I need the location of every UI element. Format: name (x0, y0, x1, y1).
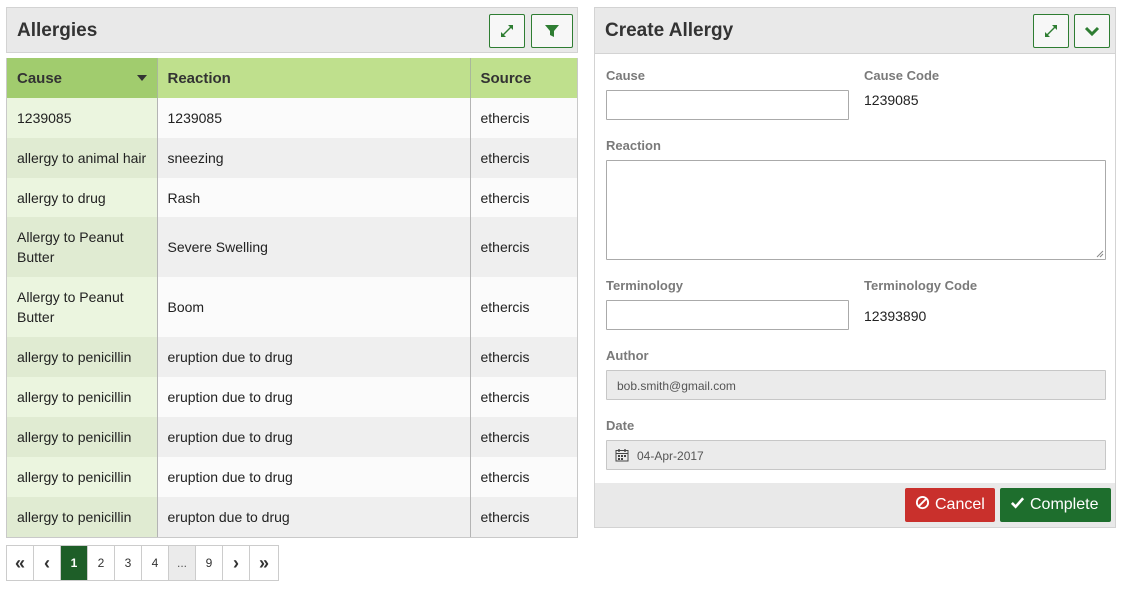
cause-code-label: Cause Code (864, 68, 940, 83)
expand-button[interactable] (489, 14, 525, 48)
reaction-cell: 1239085 (157, 98, 471, 138)
cause-cell: allergy to penicillin (7, 457, 158, 497)
table-row[interactable]: allergy to penicillin eruption due to dr… (7, 457, 577, 497)
table-row[interactable]: allergy to drug Rash ethercis (7, 178, 577, 217)
column-header-reaction-label: Reaction (167, 69, 231, 87)
create-allergy-header: Create Allergy (595, 8, 1115, 54)
table-row[interactable]: allergy to penicillin erupton due to dru… (7, 497, 577, 537)
table-row[interactable]: allergy to penicillin eruption due to dr… (7, 417, 577, 457)
author-value: bob.smith@gmail.com (617, 379, 736, 393)
table-row[interactable]: allergy to penicillin eruption due to dr… (7, 377, 577, 417)
column-header-cause-label: Cause (17, 69, 63, 87)
next-page-button[interactable]: › (223, 546, 250, 580)
date-value: 04-Apr-2017 (637, 449, 704, 463)
page-button-2[interactable]: 2 (88, 546, 115, 580)
table-row[interactable]: Allergy to Peanut Butter Severe Swelling… (7, 217, 577, 277)
allergies-table: Cause Reaction Source 1239085 1239085 et… (7, 58, 577, 537)
page-button-9[interactable]: 9 (196, 546, 223, 580)
table-row[interactable]: Allergy to Peanut Butter Boom ethercis (7, 277, 577, 337)
reaction-cell: Boom (157, 277, 471, 337)
source-cell: ethercis (470, 178, 577, 217)
create-allergy-title: Create Allergy (605, 20, 734, 41)
author-field: bob.smith@gmail.com (606, 370, 1106, 400)
cause-label: Cause (606, 68, 646, 83)
reaction-label: Reaction (606, 138, 661, 153)
allergies-title: Allergies (17, 20, 98, 41)
source-cell: ethercis (470, 277, 577, 337)
source-cell: ethercis (470, 497, 577, 537)
reaction-cell: Severe Swelling (157, 217, 471, 277)
filter-button[interactable] (531, 14, 573, 48)
pagination: « ‹ 1 2 3 4 ... 9 › » (6, 545, 279, 581)
filter-icon (544, 23, 560, 39)
expand-form-button[interactable] (1033, 14, 1069, 48)
cause-cell: allergy to penicillin (7, 337, 158, 377)
ban-icon (915, 495, 935, 515)
cause-cell: allergy to penicillin (7, 377, 158, 417)
expand-icon (499, 23, 515, 39)
cause-code-value: 1239085 (864, 92, 919, 108)
reaction-cell: eruption due to drug (157, 377, 471, 417)
page-ellipsis: ... (169, 546, 196, 580)
date-field: 04-Apr-2017 (606, 440, 1106, 470)
reaction-cell: eruption due to drug (157, 457, 471, 497)
column-header-source[interactable]: Source (470, 58, 577, 98)
date-label: Date (606, 418, 635, 433)
allergies-panel: Allergies Cause Reaction Source 1239085 … (6, 7, 578, 538)
cause-cell: Allergy to Peanut Butter (7, 277, 158, 337)
column-header-source-label: Source (480, 69, 532, 87)
column-header-reaction[interactable]: Reaction (157, 58, 471, 98)
cause-cell: allergy to penicillin (7, 497, 158, 537)
cause-cell: allergy to penicillin (7, 417, 158, 457)
first-page-button[interactable]: « (7, 546, 34, 580)
form-footer: Cancel Complete (595, 483, 1115, 527)
create-allergy-panel: Create Allergy Cause Cause Code 1239085 … (594, 7, 1116, 528)
author-label: Author (606, 348, 649, 363)
table-row[interactable]: allergy to penicillin eruption due to dr… (7, 337, 577, 377)
collapse-form-button[interactable] (1074, 14, 1110, 48)
last-page-button[interactable]: » (250, 546, 278, 580)
cause-cell: Allergy to Peanut Butter (7, 217, 158, 277)
reaction-cell: erupton due to drug (157, 497, 471, 537)
complete-button-label: Complete (1030, 496, 1099, 513)
chevron-down-icon (1084, 23, 1100, 39)
reaction-cell: eruption due to drug (157, 337, 471, 377)
column-header-cause[interactable]: Cause (7, 58, 158, 98)
source-cell: ethercis (470, 457, 577, 497)
reaction-cell: Rash (157, 178, 471, 217)
source-cell: ethercis (470, 217, 577, 277)
cancel-button[interactable]: Cancel (905, 488, 995, 522)
cause-cell: 1239085 (7, 98, 158, 138)
terminology-label: Terminology (606, 278, 684, 293)
allergies-panel-header: Allergies (6, 7, 578, 53)
table-row[interactable]: allergy to animal hair sneezing ethercis (7, 138, 577, 178)
cause-cell: allergy to drug (7, 178, 158, 217)
cause-input[interactable] (606, 90, 849, 120)
source-cell: ethercis (470, 138, 577, 178)
allergies-table-wrapper: Cause Reaction Source 1239085 1239085 et… (6, 58, 578, 538)
terminology-input[interactable] (606, 300, 849, 330)
terminology-code-label: Terminology Code (864, 278, 978, 293)
source-cell: ethercis (470, 337, 577, 377)
sort-desc-icon (136, 75, 147, 81)
source-cell: ethercis (470, 377, 577, 417)
reaction-cell: sneezing (157, 138, 471, 178)
source-cell: ethercis (470, 417, 577, 457)
source-cell: ethercis (470, 98, 577, 138)
terminology-code-value: 12393890 (864, 308, 927, 324)
reaction-cell: eruption due to drug (157, 417, 471, 457)
page-button-1[interactable]: 1 (61, 546, 88, 580)
resize-handle-icon[interactable] (1096, 250, 1104, 258)
page-button-3[interactable]: 3 (115, 546, 142, 580)
expand-icon (1043, 23, 1059, 39)
check-icon (1010, 495, 1030, 515)
table-row[interactable]: 1239085 1239085 ethercis (7, 98, 577, 138)
calendar-icon (615, 448, 629, 465)
prev-page-button[interactable]: ‹ (34, 546, 61, 580)
reaction-textarea[interactable] (606, 160, 1106, 260)
cause-cell: allergy to animal hair (7, 138, 158, 178)
cancel-button-label: Cancel (935, 496, 985, 513)
complete-button[interactable]: Complete (1000, 488, 1111, 522)
page-button-4[interactable]: 4 (142, 546, 169, 580)
